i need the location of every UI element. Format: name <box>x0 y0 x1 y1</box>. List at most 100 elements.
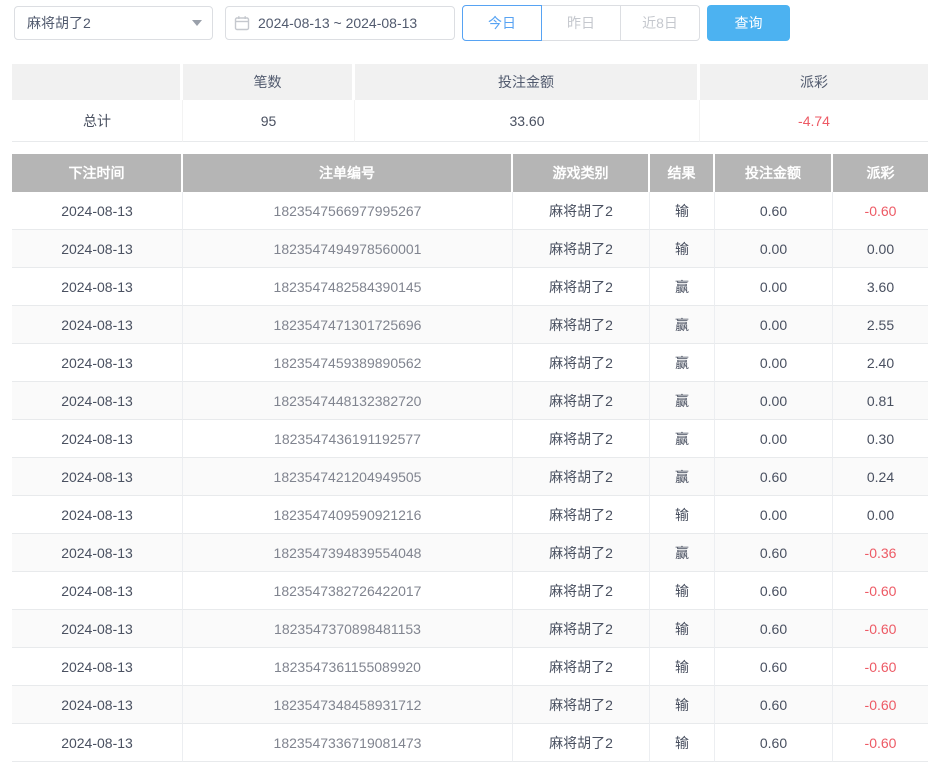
bet-amount-cell: 0.60 <box>715 534 833 572</box>
result-cell: 输 <box>650 230 715 268</box>
header-game-type: 游戏类别 <box>513 154 650 192</box>
bet-id-cell: 1823547459389890562 <box>183 344 513 382</box>
query-button[interactable]: 查询 <box>707 5 790 41</box>
bet-id-cell: 1823547336719081473 <box>183 724 513 762</box>
table-row: 2024-08-13 1823547394839554048 麻将胡了2 赢 0… <box>12 534 928 572</box>
today-button[interactable]: 今日 <box>462 5 542 41</box>
quick-range-group: 今日 昨日 近8日 <box>462 5 700 41</box>
payout-cell: 0.00 <box>833 230 928 268</box>
table-row: 2024-08-13 1823547361155089920 麻将胡了2 输 0… <box>12 648 928 686</box>
table-row: 2024-08-13 1823547409590921216 麻将胡了2 输 0… <box>12 496 928 534</box>
summary-total-payout: -4.74 <box>700 100 928 142</box>
game-type-cell: 麻将胡了2 <box>513 268 650 306</box>
result-cell: 输 <box>650 192 715 230</box>
bet-amount-cell: 0.60 <box>715 724 833 762</box>
game-type-cell: 麻将胡了2 <box>513 686 650 724</box>
result-cell: 赢 <box>650 534 715 572</box>
game-type-cell: 麻将胡了2 <box>513 572 650 610</box>
bet-amount-cell: 0.00 <box>715 230 833 268</box>
bet-date-cell: 2024-08-13 <box>12 648 183 686</box>
bet-id-cell: 1823547382726422017 <box>183 572 513 610</box>
bet-amount-cell: 0.60 <box>715 610 833 648</box>
bet-id-cell: 1823547494978560001 <box>183 230 513 268</box>
result-cell: 赢 <box>650 458 715 496</box>
chevron-down-icon <box>192 20 202 26</box>
game-type-cell: 麻将胡了2 <box>513 724 650 762</box>
payout-cell: -0.60 <box>833 610 928 648</box>
bet-amount-cell: 0.60 <box>715 458 833 496</box>
game-type-cell: 麻将胡了2 <box>513 192 650 230</box>
bet-date-cell: 2024-08-13 <box>12 382 183 420</box>
table-row: 2024-08-13 1823547421204949505 麻将胡了2 赢 0… <box>12 458 928 496</box>
result-cell: 赢 <box>650 420 715 458</box>
table-row: 2024-08-13 1823547471301725696 麻将胡了2 赢 0… <box>12 306 928 344</box>
payout-cell: -0.60 <box>833 572 928 610</box>
game-select[interactable]: 麻将胡了2 <box>14 6 213 40</box>
header-payout: 派彩 <box>833 154 928 192</box>
header-bet-id: 注单编号 <box>183 154 513 192</box>
bet-amount-cell: 0.60 <box>715 572 833 610</box>
payout-cell: 0.00 <box>833 496 928 534</box>
summary-table: 笔数 投注金额 派彩 总计 95 33.60 -4.74 <box>12 64 928 142</box>
table-row: 2024-08-13 1823547448132382720 麻将胡了2 赢 0… <box>12 382 928 420</box>
table-row: 2024-08-13 1823547348458931712 麻将胡了2 输 0… <box>12 686 928 724</box>
date-range-input[interactable]: 2024-08-13 ~ 2024-08-13 <box>225 6 455 40</box>
header-result: 结果 <box>650 154 715 192</box>
game-type-cell: 麻将胡了2 <box>513 230 650 268</box>
result-cell: 输 <box>650 648 715 686</box>
game-type-cell: 麻将胡了2 <box>513 382 650 420</box>
yesterday-button[interactable]: 昨日 <box>541 5 621 41</box>
game-type-cell: 麻将胡了2 <box>513 610 650 648</box>
payout-cell: 0.30 <box>833 420 928 458</box>
bet-date-cell: 2024-08-13 <box>12 192 183 230</box>
bet-amount-cell: 0.00 <box>715 344 833 382</box>
payout-cell: 2.40 <box>833 344 928 382</box>
header-bet-amount: 投注金额 <box>715 154 833 192</box>
date-range-value: 2024-08-13 ~ 2024-08-13 <box>258 15 417 31</box>
game-type-cell: 麻将胡了2 <box>513 534 650 572</box>
result-cell: 输 <box>650 496 715 534</box>
result-cell: 输 <box>650 610 715 648</box>
payout-cell: -0.60 <box>833 724 928 762</box>
table-row: 2024-08-13 1823547482584390145 麻将胡了2 赢 0… <box>12 268 928 306</box>
summary-header-count: 笔数 <box>183 64 355 100</box>
table-row: 2024-08-13 1823547566977995267 麻将胡了2 输 0… <box>12 192 928 230</box>
bet-id-cell: 1823547361155089920 <box>183 648 513 686</box>
game-type-cell: 麻将胡了2 <box>513 458 650 496</box>
bet-id-cell: 1823547409590921216 <box>183 496 513 534</box>
result-cell: 输 <box>650 572 715 610</box>
bet-id-cell: 1823547482584390145 <box>183 268 513 306</box>
summary-total-bet-amount: 33.60 <box>355 100 700 142</box>
summary-header-payout: 派彩 <box>700 64 928 100</box>
bet-amount-cell: 0.00 <box>715 382 833 420</box>
payout-cell: -0.36 <box>833 534 928 572</box>
bet-id-cell: 1823547436191192577 <box>183 420 513 458</box>
bet-date-cell: 2024-08-13 <box>12 344 183 382</box>
bet-date-cell: 2024-08-13 <box>12 306 183 344</box>
table-row: 2024-08-13 1823547459389890562 麻将胡了2 赢 0… <box>12 344 928 382</box>
bet-date-cell: 2024-08-13 <box>12 420 183 458</box>
bet-date-cell: 2024-08-13 <box>12 458 183 496</box>
bet-date-cell: 2024-08-13 <box>12 534 183 572</box>
bet-date-cell: 2024-08-13 <box>12 724 183 762</box>
bets-header-row: 下注时间 注单编号 游戏类别 结果 投注金额 派彩 <box>12 154 928 192</box>
payout-cell: -0.60 <box>833 686 928 724</box>
payout-cell: -0.60 <box>833 192 928 230</box>
result-cell: 输 <box>650 724 715 762</box>
bet-table-body: 2024-08-13 1823547566977995267 麻将胡了2 输 0… <box>12 192 928 762</box>
bet-id-cell: 1823547448132382720 <box>183 382 513 420</box>
bet-id-cell: 1823547394839554048 <box>183 534 513 572</box>
game-type-cell: 麻将胡了2 <box>513 420 650 458</box>
payout-cell: 0.81 <box>833 382 928 420</box>
last-8-days-button[interactable]: 近8日 <box>620 5 700 41</box>
result-cell: 赢 <box>650 306 715 344</box>
summary-total-count: 95 <box>183 100 355 142</box>
table-row: 2024-08-13 1823547494978560001 麻将胡了2 输 0… <box>12 230 928 268</box>
bet-amount-cell: 0.00 <box>715 496 833 534</box>
bet-date-cell: 2024-08-13 <box>12 268 183 306</box>
bet-date-cell: 2024-08-13 <box>12 496 183 534</box>
bet-amount-cell: 0.60 <box>715 686 833 724</box>
table-row: 2024-08-13 1823547436191192577 麻将胡了2 赢 0… <box>12 420 928 458</box>
table-row: 2024-08-13 1823547370898481153 麻将胡了2 输 0… <box>12 610 928 648</box>
payout-cell: -0.60 <box>833 648 928 686</box>
